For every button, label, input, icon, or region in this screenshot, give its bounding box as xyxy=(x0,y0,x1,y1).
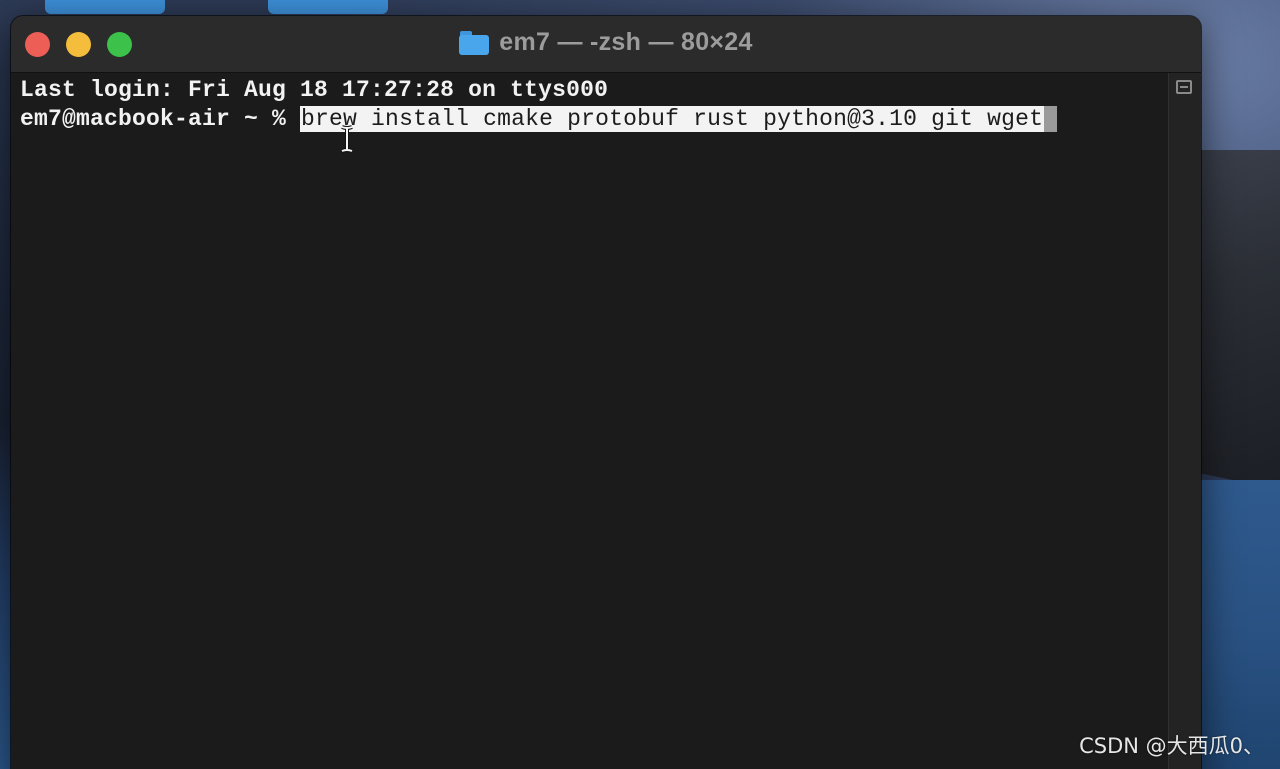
window-title-group: em7 — -zsh — 80×24 xyxy=(11,28,1201,57)
watermark: CSDN @大西瓜0、 xyxy=(1079,734,1264,758)
desktop-folder-icon[interactable] xyxy=(45,0,165,14)
terminal-content[interactable]: Last login: Fri Aug 18 17:27:28 on ttys0… xyxy=(11,73,1169,769)
split-pane-icon[interactable] xyxy=(1176,80,1192,94)
prompt-line[interactable]: em7@macbook-air ~ % brew install cmake p… xyxy=(20,106,1058,132)
title-bar[interactable]: em7 — -zsh — 80×24 xyxy=(11,16,1201,73)
terminal-window: em7 — -zsh — 80×24 Last login: Fri Aug 1… xyxy=(11,16,1201,769)
last-login-line: Last login: Fri Aug 18 17:27:28 on ttys0… xyxy=(20,77,609,103)
folder-icon xyxy=(459,30,490,55)
terminal-scrollbar[interactable] xyxy=(1168,73,1201,769)
selected-command[interactable]: brew install cmake protobuf rust python@… xyxy=(300,106,1045,132)
shell-prompt: em7@macbook-air ~ % xyxy=(20,106,301,132)
ibeam-cursor-icon xyxy=(341,125,353,153)
desktop: em7 — -zsh — 80×24 Last login: Fri Aug 1… xyxy=(0,0,1280,769)
text-cursor xyxy=(1044,106,1058,132)
desktop-folder-icon[interactable] xyxy=(268,0,388,14)
window-title: em7 — -zsh — 80×24 xyxy=(499,28,753,56)
